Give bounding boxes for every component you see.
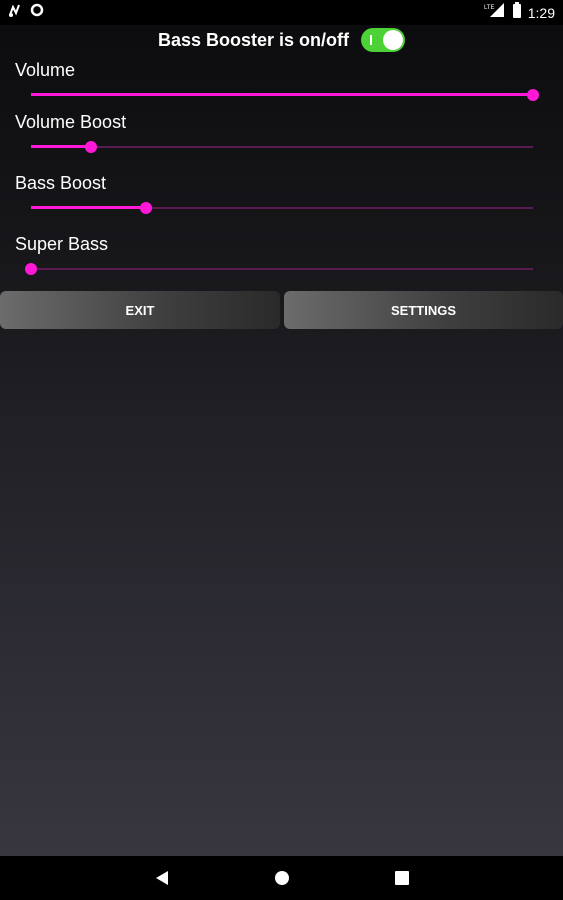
music-note-icon bbox=[8, 2, 24, 23]
toggle-on-mark bbox=[370, 35, 373, 45]
svg-text:LTE: LTE bbox=[484, 5, 495, 11]
slider-volume-boost[interactable] bbox=[31, 140, 533, 154]
home-icon[interactable] bbox=[262, 856, 302, 900]
header-title: Bass Booster is on/off bbox=[157, 29, 350, 50]
recents-icon[interactable] bbox=[382, 856, 422, 900]
slider-thumb[interactable] bbox=[527, 89, 539, 101]
navigation-bar bbox=[0, 856, 563, 900]
slider-label-volume-boost: Volume Boost bbox=[15, 112, 127, 132]
slider-thumb[interactable] bbox=[85, 141, 98, 153]
battery-icon bbox=[512, 2, 522, 23]
slider-fill bbox=[31, 93, 533, 96]
slider-label-bass-boost: Bass Boost bbox=[15, 173, 107, 193]
slider-volume[interactable] bbox=[31, 88, 539, 102]
slider-track bbox=[31, 146, 533, 148]
status-right: LTE 1:29 bbox=[484, 2, 555, 23]
slider-label-super-bass: Super Bass bbox=[15, 234, 109, 254]
slider-thumb[interactable] bbox=[140, 202, 153, 214]
settings-button[interactable]: SETTINGS bbox=[284, 291, 563, 329]
exit-button[interactable]: EXIT bbox=[0, 291, 280, 329]
slider-super-bass[interactable] bbox=[25, 262, 533, 276]
slider-fill bbox=[31, 206, 147, 209]
slider-track bbox=[31, 268, 533, 270]
slider-label-volume: Volume bbox=[15, 60, 76, 80]
toggle-knob bbox=[383, 30, 404, 50]
status-bar: LTE 1:29 bbox=[0, 0, 563, 25]
slider-fill bbox=[31, 145, 92, 148]
bass-booster-toggle[interactable] bbox=[361, 28, 406, 52]
circle-notification-icon bbox=[30, 3, 44, 22]
status-left bbox=[8, 2, 44, 23]
lte-signal-icon: LTE bbox=[484, 2, 506, 23]
slider-thumb[interactable] bbox=[25, 263, 37, 275]
back-icon[interactable] bbox=[142, 856, 182, 900]
header: Bass Booster is on/off bbox=[0, 25, 563, 55]
slider-bass-boost[interactable] bbox=[31, 201, 533, 215]
status-time: 1:29 bbox=[527, 4, 555, 21]
